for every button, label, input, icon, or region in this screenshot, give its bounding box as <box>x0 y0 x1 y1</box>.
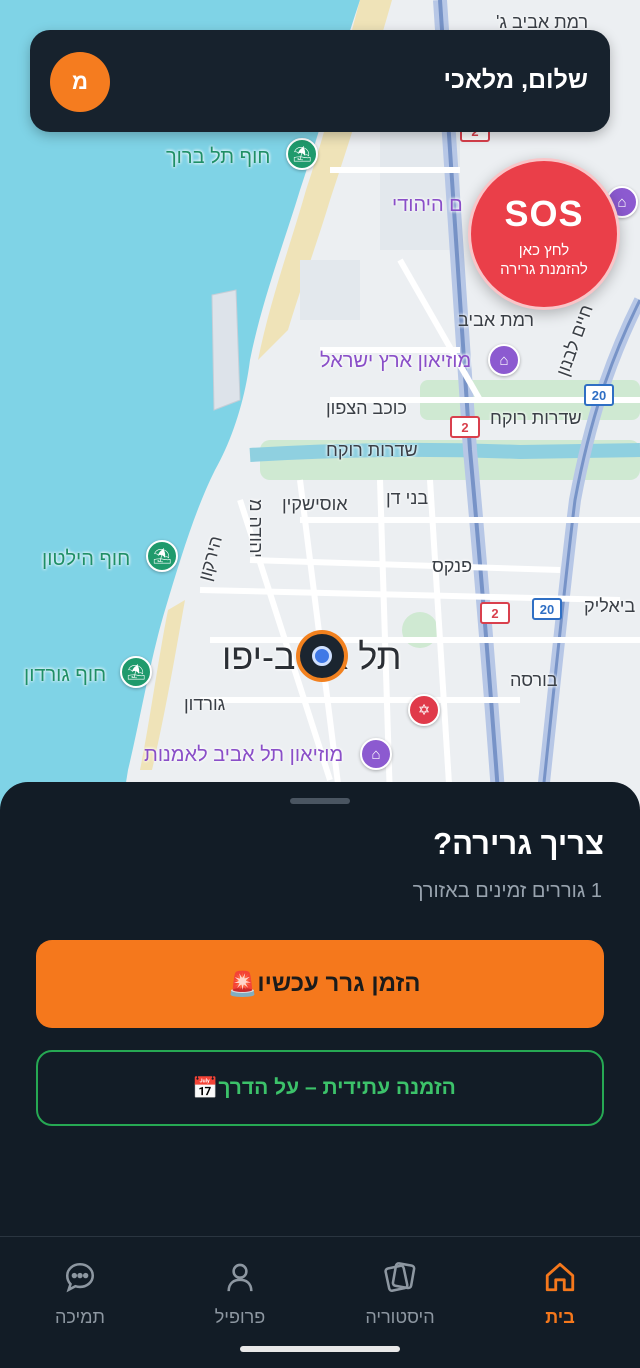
museum-icon[interactable]: ⌂ <box>360 738 392 770</box>
map-label-rokach-1: שדרות רוקח <box>490 408 582 428</box>
sos-subtitle: לחץ כאן להזמנת גרירה <box>471 241 617 279</box>
nav-item-home[interactable]: בית <box>500 1259 620 1328</box>
sheet-drag-handle[interactable] <box>290 798 350 804</box>
map-label-bnei-dan: בני דן <box>386 488 429 508</box>
support-chat-icon <box>20 1259 140 1295</box>
schedule-future-order-button[interactable]: הזמנה עתידית – על הדרך 📅 <box>36 1050 604 1126</box>
order-tow-now-button[interactable]: הזמן גרר עכשיו 🚨 <box>36 940 604 1028</box>
nav-label: פרופיל <box>214 1307 266 1327</box>
map-label-ussishkin: אוסישקין <box>282 494 348 514</box>
current-location-marker[interactable] <box>296 630 348 682</box>
nav-label: תמיכה <box>55 1307 105 1327</box>
greeting-text: שלום, מלאכי <box>443 66 589 94</box>
sos-line-2: להזמנת גרירה <box>500 261 588 278</box>
map-label-kochav-hatzafon: כוכב הצפון <box>326 398 407 418</box>
map-label-beach-tel-baruch: חוף תל ברוך <box>166 146 271 168</box>
sos-line-1: לחץ כאן <box>518 242 570 259</box>
nav-item-support[interactable]: תמיכה <box>20 1259 140 1328</box>
avatar[interactable]: מ <box>50 52 110 112</box>
map-label-pinkas: פנקס <box>432 556 473 576</box>
map-label-gordon: גורדון <box>184 694 226 714</box>
beach-umbrella-icon[interactable]: ⛱ <box>146 540 178 572</box>
map-label-beach-gordon: חוף גורדון <box>24 664 107 686</box>
nav-item-history[interactable]: היסטוריה <box>340 1259 460 1328</box>
map-label-yehuda-maccabi: יהודה מ <box>245 499 266 558</box>
map-label-rokach-2: שדרות רוקח <box>326 440 418 460</box>
map-label-eretz-israel-museum: מוזיאון ארץ ישראל <box>320 350 472 372</box>
siren-icon: 🚨 <box>227 970 258 998</box>
location-marker-ring <box>300 634 344 678</box>
home-indicator[interactable] <box>240 1346 400 1352</box>
available-towers-count: 1 גוררים זמינים באזורך <box>412 880 602 902</box>
sos-title: SOS <box>504 193 584 234</box>
history-icon <box>340 1259 460 1295</box>
greeting-header: מ שלום, מלאכי <box>30 30 610 132</box>
map-label-bursa: בורסה <box>510 670 558 690</box>
road-badge: 20 <box>584 384 614 406</box>
map-label-beach-hilton: חוף הילטון <box>42 548 131 570</box>
sheet-title: צריך גרירה? <box>433 826 604 861</box>
map-label-bialik: ביאליק <box>584 596 636 616</box>
road-badge: 2 <box>450 416 480 438</box>
road-badge: 2 <box>480 602 510 624</box>
map-label-ramat-aviv: רמת אביב <box>458 310 535 330</box>
museum-icon[interactable]: ⌂ <box>488 344 520 376</box>
map-label-jewish-museum: ם היהודי <box>392 194 463 216</box>
map-label-tlv-art-museum: מוזיאון תל אביב לאמנות <box>144 744 344 766</box>
order-future-label: הזמנה עתידית – על הדרך <box>218 1076 456 1099</box>
home-icon <box>500 1259 620 1295</box>
nav-label: בית <box>545 1307 575 1327</box>
road-badge: 20 <box>532 598 562 620</box>
order-now-label: הזמן גרר עכשיו <box>257 970 421 997</box>
location-dot-icon <box>312 646 332 666</box>
star-of-david-icon[interactable]: ✡ <box>408 694 440 726</box>
nav-label: היסטוריה <box>365 1307 435 1327</box>
nav-item-profile[interactable]: פרופיל <box>180 1259 300 1328</box>
profile-icon <box>180 1259 300 1295</box>
calendar-icon: 📅 <box>192 1075 219 1100</box>
beach-umbrella-icon[interactable]: ⛱ <box>120 656 152 688</box>
beach-umbrella-icon[interactable]: ⛱ <box>286 138 318 170</box>
sos-button[interactable]: SOS לחץ כאן להזמנת גרירה <box>468 158 620 310</box>
